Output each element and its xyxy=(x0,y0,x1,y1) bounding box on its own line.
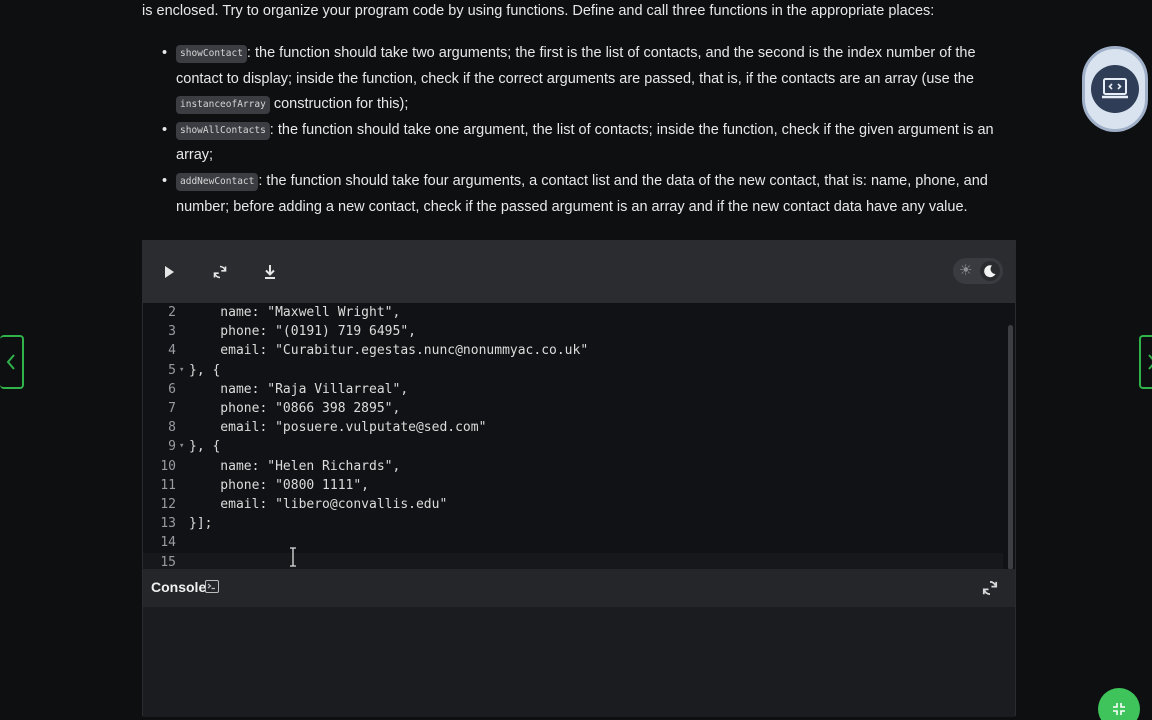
code-line[interactable]: 14 xyxy=(143,533,1003,552)
instructions-list: showContact: the function should take tw… xyxy=(142,41,1012,220)
sun-icon: ☀ xyxy=(959,262,973,279)
code-line[interactable]: 3 phone: "(0191) 719 6495", xyxy=(143,322,1003,341)
sandbox-button[interactable] xyxy=(1082,46,1148,132)
code-line[interactable]: 15 xyxy=(143,552,1003,569)
line-number: 9 xyxy=(168,439,176,455)
line-number: 3 xyxy=(168,324,176,340)
inline-code: showContact xyxy=(176,45,247,63)
text-cursor-icon xyxy=(290,547,296,567)
code-text: phone: "0800 1111", xyxy=(189,477,370,493)
code-text: }, { xyxy=(189,439,221,455)
line-number: 15 xyxy=(160,554,176,569)
code-text: phone: "(0191) 719 6495", xyxy=(189,324,416,340)
vertical-scrollbar[interactable] xyxy=(1008,325,1013,569)
run-button[interactable] xyxy=(155,259,183,285)
code-line[interactable]: 5 ▾ }, { xyxy=(143,361,1003,380)
instructions-intro: is enclosed. Try to organize your progra… xyxy=(142,3,935,19)
code-text: email: "libero@convallis.edu" xyxy=(189,497,448,512)
code-editor: ☀ 2 name: "Maxwell Wright", 3 phone: "(01… xyxy=(142,240,1016,717)
console-header: Console xyxy=(143,569,1015,607)
code-text: }]; xyxy=(189,516,213,532)
reset-button[interactable] xyxy=(206,259,234,285)
chevron-right-icon xyxy=(1148,354,1152,370)
moon-icon xyxy=(980,261,1000,281)
inline-code: addNewContact xyxy=(176,172,259,191)
list-item: showContact: the function should take tw… xyxy=(142,41,1012,118)
console-label: Console xyxy=(151,579,207,595)
code-line[interactable]: 8 email: "posuere.vulputate@sed.com" xyxy=(143,418,1003,437)
expand-icon xyxy=(1113,703,1125,715)
list-item-text: : the function should take two arguments… xyxy=(176,45,976,87)
inline-code: showAllContacts xyxy=(176,121,270,140)
code-area[interactable]: 2 name: "Maxwell Wright", 3 phone: "(0191… xyxy=(143,303,1015,569)
theme-toggle[interactable]: ☀ xyxy=(953,258,1003,284)
download-icon xyxy=(265,265,275,279)
line-number: 8 xyxy=(168,420,176,436)
code-text: email: "Curabitur.egestas.nunc@nonummyac… xyxy=(189,343,589,359)
terminal-icon xyxy=(205,580,219,593)
code-line[interactable]: 4 email: "Curabitur.egestas.nunc@nonummy… xyxy=(143,341,1003,360)
line-number: 10 xyxy=(160,458,176,474)
list-item-text: construction for this); xyxy=(269,96,409,113)
download-button[interactable] xyxy=(256,259,284,285)
code-line[interactable]: 13}]; xyxy=(143,514,1003,533)
list-item-text: : the function should take one argument,… xyxy=(176,121,994,164)
line-number: 4 xyxy=(168,343,176,359)
code-line[interactable]: 9 ▾ }, { xyxy=(143,437,1003,456)
code-laptop-icon xyxy=(1102,78,1128,99)
line-number: 6 xyxy=(168,381,176,397)
expand-button[interactable] xyxy=(1098,688,1140,720)
code-text: phone: "0866 398 2895", xyxy=(189,401,401,416)
code-text: name: "Maxwell Wright", xyxy=(189,305,401,320)
line-number: 5 xyxy=(168,362,176,378)
console-clear-button[interactable] xyxy=(981,579,999,597)
fold-marker-icon[interactable]: ▾ xyxy=(179,361,184,380)
line-number: 2 xyxy=(168,305,176,320)
code-text: name: "Helen Richards", xyxy=(189,458,401,474)
refresh-icon xyxy=(982,580,998,596)
code-text: name: "Raja Villarreal", xyxy=(189,381,409,397)
list-item: addNewContact: the function should take … xyxy=(142,169,1012,220)
code-line[interactable]: 12 email: "libero@convallis.edu" xyxy=(143,495,1003,514)
sandbox-icon-wrap xyxy=(1091,65,1139,113)
play-icon xyxy=(165,266,174,278)
editor-toolbar: ☀ xyxy=(143,241,1015,303)
line-number: 13 xyxy=(160,516,176,532)
list-item: showAllContacts: the function should tak… xyxy=(142,118,1012,169)
code-text: }, { xyxy=(189,362,221,378)
code-text: email: "posuere.vulputate@sed.com" xyxy=(189,420,487,436)
line-number: 14 xyxy=(160,535,176,551)
inline-code: instanceofArray xyxy=(176,96,270,115)
next-page-button[interactable] xyxy=(1139,335,1152,389)
list-item-text: : the function should take four argument… xyxy=(176,172,988,215)
line-number: 12 xyxy=(160,497,176,512)
console-output xyxy=(143,607,1015,717)
chevron-left-icon xyxy=(6,354,15,370)
refresh-icon xyxy=(213,265,227,279)
code-line[interactable]: 7 phone: "0866 398 2895", xyxy=(143,399,1003,418)
code-line[interactable]: 2 name: "Maxwell Wright", xyxy=(143,303,1003,322)
code-line[interactable]: 10 name: "Helen Richards", xyxy=(143,457,1003,476)
line-number: 7 xyxy=(168,401,176,416)
code-line[interactable]: 11 phone: "0800 1111", xyxy=(143,476,1003,495)
previous-page-button[interactable] xyxy=(0,335,24,389)
line-number: 11 xyxy=(160,477,176,493)
code-line[interactable]: 6 name: "Raja Villarreal", xyxy=(143,380,1003,399)
fold-marker-icon[interactable]: ▾ xyxy=(179,437,184,456)
